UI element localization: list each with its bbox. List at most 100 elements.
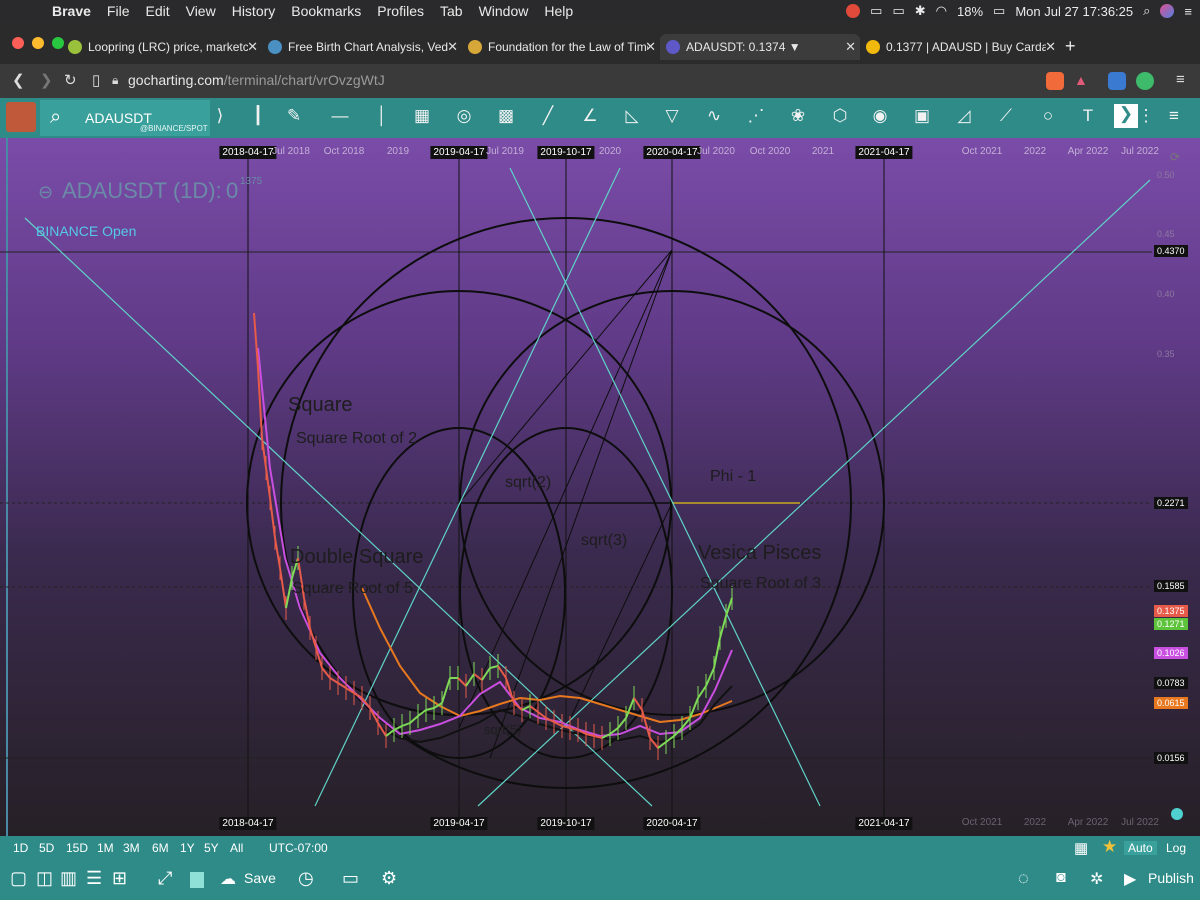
- annotation-phi[interactable]: Phi - 1: [710, 468, 756, 486]
- ellipse-icon[interactable]: ○: [1036, 106, 1060, 126]
- layout-rows-icon[interactable]: ☰: [86, 868, 102, 889]
- cube-icon[interactable]: ⬡: [828, 106, 852, 126]
- circles-icon[interactable]: ◉: [868, 106, 892, 126]
- symbol-search[interactable]: ⌕ ADAUSDT @BINANCE/SPOT: [40, 100, 210, 136]
- menu-app-name[interactable]: Brave: [44, 3, 99, 19]
- wifi-icon[interactable]: ◠: [936, 3, 947, 19]
- spiral-icon[interactable]: ◎: [452, 106, 476, 126]
- range-15d[interactable]: 15D: [66, 841, 88, 855]
- tab-birth-chart[interactable]: Free Birth Chart Analysis, Vedic ✕: [262, 34, 462, 60]
- horizontal-line-icon[interactable]: —: [328, 106, 352, 126]
- bluetooth-icon[interactable]: ✱: [915, 3, 926, 19]
- save-button[interactable]: Save: [244, 870, 276, 886]
- close-tab-icon[interactable]: ✕: [447, 39, 458, 55]
- range-5y[interactable]: 5Y: [204, 841, 219, 855]
- reset-icon[interactable]: ⟳: [1170, 150, 1180, 164]
- fib-fan-icon[interactable]: ◺: [620, 106, 644, 126]
- text-icon[interactable]: T: [1076, 106, 1100, 126]
- annotation-double-square[interactable]: Double Square: [290, 546, 423, 569]
- close-tab-icon[interactable]: ✕: [845, 39, 856, 55]
- battery-icon[interactable]: ▭: [993, 3, 1005, 19]
- close-tab-icon[interactable]: ✕: [247, 39, 258, 55]
- display-icon[interactable]: ▭: [870, 3, 882, 19]
- publish-button[interactable]: Publish: [1148, 870, 1194, 886]
- tab-adausdt[interactable]: ADAUSDT: 0.1374 ▼ ✕: [660, 34, 860, 60]
- annotation-sqrt5[interactable]: sqrt(5): [484, 722, 522, 737]
- tab-loopring[interactable]: Loopring (LRC) price, marketcap ✕: [62, 34, 262, 60]
- collapse-icon[interactable]: ⟩: [208, 106, 232, 126]
- reload-icon[interactable]: ↻: [64, 71, 77, 89]
- range-3m[interactable]: 3M: [123, 841, 140, 855]
- discord-icon[interactable]: ◙: [1056, 869, 1066, 887]
- vertical-line-icon[interactable]: │: [370, 106, 394, 126]
- range-1y[interactable]: 1Y: [180, 841, 195, 855]
- grid-icon[interactable]: ▦: [410, 106, 434, 126]
- menu-profiles[interactable]: Profiles: [369, 3, 432, 19]
- chart-canvas[interactable]: ⊖ ADAUSDT (1D): 0 1375 BINANCE Open Squa…: [0, 138, 1200, 836]
- tab-law-of-time[interactable]: Foundation for the Law of Time ✕: [462, 34, 660, 60]
- annotation-sqrt2-label[interactable]: Square Root of 2: [296, 430, 417, 448]
- cloud-icon[interactable]: ☁: [220, 869, 236, 889]
- menu-history[interactable]: History: [224, 3, 284, 19]
- triangle-ruler-icon[interactable]: ◿: [952, 106, 976, 126]
- annotation-sqrt2[interactable]: sqrt(2): [505, 474, 551, 492]
- layout-two-icon[interactable]: ◫: [36, 868, 53, 889]
- filter-icon[interactable]: ▽: [660, 106, 684, 126]
- curve-icon[interactable]: ∿: [702, 106, 726, 126]
- airplay-icon[interactable]: ▭: [892, 3, 904, 19]
- brave-rewards-icon[interactable]: ▲: [1074, 72, 1092, 90]
- layout-grid-icon[interactable]: ⊞: [112, 868, 127, 889]
- range-all[interactable]: All: [230, 841, 243, 855]
- square-fill-icon[interactable]: [190, 872, 204, 888]
- menu-tab[interactable]: Tab: [432, 3, 471, 19]
- new-chart-icon[interactable]: ▭: [342, 868, 359, 889]
- annotation-sqrt3-label[interactable]: Square Root of 3: [700, 575, 821, 593]
- settings-dot-icon[interactable]: [1171, 808, 1183, 820]
- control-center-icon[interactable]: ≡: [1184, 4, 1192, 19]
- extension-icon[interactable]: [1108, 72, 1126, 90]
- close-tab-icon[interactable]: ✕: [1045, 39, 1056, 55]
- bookmark-icon[interactable]: ▯: [92, 71, 100, 89]
- image-icon[interactable]: ▣: [910, 106, 934, 126]
- siri-icon[interactable]: [1160, 4, 1175, 18]
- layout-three-icon[interactable]: ▥: [60, 868, 77, 889]
- brave-shields-icon[interactable]: [1046, 72, 1064, 90]
- candlestick-icon[interactable]: ┃: [246, 106, 270, 126]
- tab-binance-ada[interactable]: 0.1377 | ADAUSD | Buy Cardano ✕: [860, 34, 1060, 60]
- notification-icon[interactable]: [846, 4, 861, 18]
- range-5d[interactable]: 5D: [39, 841, 54, 855]
- line-segment-icon[interactable]: ⟋: [994, 106, 1018, 126]
- gann-box-icon[interactable]: ▩: [494, 106, 518, 126]
- back-icon[interactable]: ❮: [12, 71, 25, 89]
- annotation-square[interactable]: Square: [288, 394, 353, 417]
- range-1m[interactable]: 1M: [97, 841, 114, 855]
- search-icon[interactable]: ⌕: [50, 106, 61, 129]
- annotation-sqrt3[interactable]: sqrt(3): [581, 532, 627, 550]
- menu-bookmarks[interactable]: Bookmarks: [283, 3, 369, 19]
- hamburger-menu-icon[interactable]: ≡: [1162, 106, 1186, 126]
- settings-icon[interactable]: ⚙: [381, 868, 397, 889]
- new-tab-button[interactable]: +: [1065, 36, 1076, 57]
- annotation-sqrt5-label[interactable]: Square Root of 5: [292, 580, 413, 598]
- brush-icon[interactable]: ❀: [786, 106, 810, 126]
- kebab-menu-icon[interactable]: ⋮: [1134, 106, 1158, 126]
- clock[interactable]: Mon Jul 27 17:36:25: [1015, 4, 1133, 19]
- layout-single-icon[interactable]: ▢: [10, 868, 27, 889]
- annotation-vesica[interactable]: Vesica Pisces: [698, 542, 821, 565]
- auto-scale-button[interactable]: Auto: [1124, 841, 1157, 855]
- menu-view[interactable]: View: [178, 3, 224, 19]
- menu-edit[interactable]: Edit: [137, 3, 177, 19]
- range-1d[interactable]: 1D: [13, 841, 28, 855]
- grid-toggle-icon[interactable]: ▦: [1074, 839, 1088, 857]
- fan-icon[interactable]: ⋰: [744, 106, 768, 126]
- gocharting-logo[interactable]: [6, 102, 36, 132]
- menu-file[interactable]: File: [99, 3, 138, 19]
- browser-menu-icon[interactable]: ≡: [1176, 71, 1185, 88]
- history-icon[interactable]: ◷: [298, 868, 314, 889]
- forward-icon[interactable]: ❯: [40, 71, 53, 89]
- favorite-star-icon[interactable]: ★: [1102, 837, 1117, 857]
- fullscreen-icon[interactable]: ⤢: [158, 868, 172, 889]
- timezone[interactable]: UTC-07:00: [269, 841, 328, 855]
- menu-help[interactable]: Help: [536, 3, 581, 19]
- trend-line-icon[interactable]: ╱: [536, 106, 560, 126]
